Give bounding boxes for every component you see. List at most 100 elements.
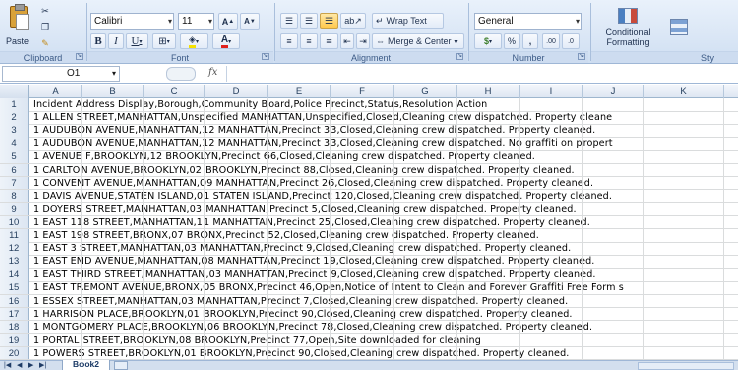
formula-input[interactable] [226,66,736,82]
insert-sheet-icon[interactable] [114,361,128,370]
merge-center-button[interactable]: ⇔ Merge & Center ▾ [372,33,464,49]
bold-button[interactable]: B [90,33,106,49]
table-row[interactable]: 2 1 ALLEN STREET,MANHATTAN,Unspecified MA… [0,111,738,125]
alignment-launcher-icon[interactable]: ↘ [456,53,463,60]
row-header[interactable]: 20 [0,346,29,360]
row-header[interactable]: 7 [0,176,29,190]
row-header[interactable]: 17 [0,307,29,321]
cell-a[interactable]: 1 DAVIS AVENUE,STATEN ISLAND,01 STATEN I… [33,190,612,203]
cell-a[interactable]: 1 AUDUBON AVENUE,MANHATTAN,12 MANHATTAN,… [33,124,595,137]
row-header[interactable]: 10 [0,215,29,229]
copy-button[interactable]: ❐ [36,20,54,34]
column-header[interactable]: F [331,85,394,98]
number-format-select[interactable]: General ▾ [474,13,582,30]
insert-function-icon[interactable]: fx [208,67,217,78]
row-header[interactable]: 1 [0,98,29,111]
cut-button[interactable]: ✂ [36,4,54,18]
currency-button[interactable]: $ ▾ [474,33,502,49]
table-row[interactable]: 15 1 EAST TREMONT AVENUE,BRONX,05 BRONX,P… [0,281,738,295]
row-header[interactable]: 18 [0,320,29,334]
table-row[interactable]: 9 1 DOYERS STREET,MANHATTAN,03 MANHATTAN,… [0,202,738,217]
table-row[interactable]: 5 1 AVENUE F,BROOKLYN,12 BROOKLYN,Precinc… [0,150,738,164]
cell-a[interactable]: 1 MONTGOMERY PLACE,BROOKLYN,06 BROOKLYN,… [33,321,592,334]
horizontal-scrollbar[interactable] [638,362,734,370]
percent-button[interactable]: % [504,33,520,49]
cell-a[interactable]: 1 HARRISON PLACE,BROOKLYN,01 BROOKLYN,Pr… [33,308,573,321]
cell-a[interactable]: 1 EAST END AVENUE,MANHATTAN,08 MANHATTAN… [33,255,594,268]
cell-a[interactable]: 1 POWERS STREET,BROOKLYN,01 BROOKLYN,Pre… [33,347,569,360]
select-all-corner[interactable] [0,85,29,98]
cell-a[interactable]: 1 EAST 118 STREET,MANHATTAN,11 MANHATTAN… [33,216,590,229]
column-header[interactable]: K [644,85,724,98]
cell-a[interactable]: 1 EAST 198 STREET,BRONX,07 BRONX,Precinc… [33,229,539,242]
table-row[interactable]: 4 1 AUDUBON AVENUE,MANHATTAN,12 MANHATTAN… [0,137,738,151]
row-header[interactable]: 15 [0,281,29,294]
cell-a[interactable]: 1 CARLTON AVENUE,BROOKLYN,02 BROOKLYN,Pr… [33,164,575,177]
table-row[interactable]: 20 1 POWERS STREET,BROOKLYN,01 BROOKLYN,P… [0,346,738,360]
shrink-font-button[interactable]: A ▼ [240,13,260,30]
underline-button[interactable]: U ▾ [126,33,148,49]
cell-a[interactable]: Incident Address Display,Borough,Communi… [33,98,487,111]
table-row[interactable]: 6 1 CARLTON AVENUE,BROOKLYN,02 BROOKLYN,P… [0,163,738,177]
table-row[interactable]: 11 1 EAST 198 STREET,BRONX,07 BRONX,Preci… [0,229,738,243]
table-row[interactable]: 12 1 EAST 3 STREET,MANHATTAN,03 MANHATTAN… [0,242,738,256]
row-header[interactable]: 14 [0,268,29,281]
row-header[interactable]: 13 [0,255,29,268]
format-as-table-button[interactable] [664,4,694,50]
column-header[interactable]: A [30,85,82,98]
sheet-tab-book2[interactable]: Book2 [62,360,110,370]
row-header[interactable]: 12 [0,242,29,255]
column-header[interactable]: D [205,85,268,98]
number-launcher-icon[interactable]: ↘ [578,53,585,60]
row-header[interactable]: 5 [0,150,29,163]
cell-a[interactable]: 1 PORTAL STREET,BROOKLYN,08 BROOKLYN,Pre… [33,334,481,347]
last-sheet-icon[interactable]: ▶| [39,361,46,370]
column-header[interactable]: J [583,85,644,98]
row-header[interactable]: 9 [0,202,29,216]
font-color-button[interactable]: A ▾ [212,33,240,49]
table-row[interactable]: 1 Incident Address Display,Borough,Commun… [0,98,738,112]
column-header[interactable]: E [268,85,331,98]
table-row[interactable]: 13 1 EAST END AVENUE,MANHATTAN,08 MANHATT… [0,255,738,269]
column-header[interactable]: H [457,85,520,98]
first-sheet-icon[interactable]: |◀ [4,361,11,370]
clipboard-launcher-icon[interactable]: ↘ [76,53,83,60]
table-row[interactable]: 17 1 HARRISON PLACE,BROOKLYN,01 BROOKLYN,… [0,307,738,322]
increase-decimal-button[interactable]: .00 [542,33,560,49]
italic-button[interactable]: I [108,33,124,49]
cell-a[interactable]: 1 DOYERS STREET,MANHATTAN,03 MANHATTAN,P… [33,203,577,216]
grow-font-button[interactable]: A ▲ [218,13,238,30]
cell-a[interactable]: 1 EAST THIRD STREET,MANHATTAN,03 MANHATT… [33,268,596,281]
next-sheet-icon[interactable]: ▶ [28,361,33,370]
table-row[interactable]: 16 1 ESSEX STREET,MANHATTAN,03 MANHATTAN,… [0,294,738,308]
font-size-select[interactable]: 11 ▾ [178,13,214,30]
align-left-button[interactable]: ≡ [280,33,298,49]
cell-a[interactable]: 1 CONVENT AVENUE,MANHATTAN,09 MANHATTAN,… [33,177,593,190]
align-bottom-button[interactable]: ☰ [320,13,338,29]
table-row[interactable]: 8 1 DAVIS AVENUE,STATEN ISLAND,01 STATEN … [0,189,738,204]
column-header[interactable]: I [520,85,583,98]
prev-sheet-icon[interactable]: ◀ [17,361,22,370]
column-header[interactable]: C [144,85,205,98]
borders-button[interactable]: ⊞ ▾ [152,33,176,49]
comma-button[interactable]: , [522,33,538,49]
decrease-indent-button[interactable]: ⇤ [340,33,354,49]
decrease-decimal-button[interactable]: .0 [562,33,580,49]
row-header[interactable]: 16 [0,294,29,307]
increase-indent-button[interactable]: ⇥ [356,33,370,49]
row-header[interactable]: 19 [0,333,29,347]
row-header[interactable]: 11 [0,229,29,242]
conditional-formatting-button[interactable]: Conditional Formatting [596,4,660,50]
spreadsheet-grid[interactable]: ABCDEFGHIJK 1 Incident Address Display,Bo… [0,85,738,360]
cell-a[interactable]: 1 ALLEN STREET,MANHATTAN,Unspecified MAN… [33,111,612,124]
column-header[interactable]: G [394,85,457,98]
table-row[interactable]: 3 1 AUDUBON AVENUE,MANHATTAN,12 MANHATTAN… [0,124,738,138]
cell-a[interactable]: 1 EAST TREMONT AVENUE,BRONX,05 BRONX,Pre… [33,281,624,294]
cell-a[interactable]: 1 ESSEX STREET,MANHATTAN,03 MANHATTAN,Pr… [33,295,568,308]
name-box[interactable]: O1 ▾ [2,66,120,82]
table-row[interactable]: 14 1 EAST THIRD STREET,MANHATTAN,03 MANHA… [0,268,738,282]
cell-a[interactable]: 1 AUDUBON AVENUE,MANHATTAN,12 MANHATTAN,… [33,137,613,150]
font-launcher-icon[interactable]: ↘ [262,53,269,60]
table-row[interactable]: 19 1 PORTAL STREET,BROOKLYN,08 BROOKLYN,P… [0,333,738,348]
row-header[interactable]: 4 [0,137,29,150]
